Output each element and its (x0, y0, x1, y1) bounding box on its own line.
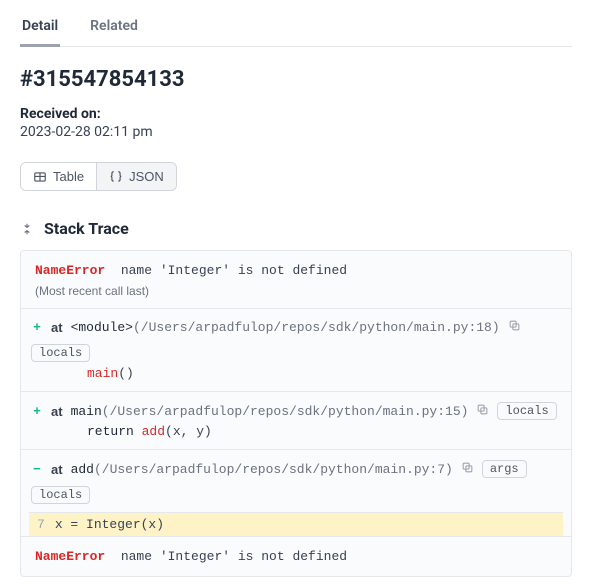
record-id: #315547854133 (20, 67, 572, 92)
json-view-label: JSON (129, 169, 164, 184)
error-name: NameError (35, 263, 105, 278)
stack-frame: − at add(/Users/arpadfulop/repos/sdk/pyt… (21, 449, 571, 536)
frame-location: add(/Users/arpadfulop/repos/sdk/python/m… (71, 462, 453, 477)
expand-toggle[interactable]: + (31, 320, 43, 335)
section-title: Stack Trace (44, 219, 129, 238)
tabs: Detail Related (20, 0, 572, 47)
locals-button[interactable]: locals (31, 344, 90, 362)
at-label: at (51, 404, 63, 419)
at-label: at (51, 462, 63, 477)
collapse-vertical-icon[interactable] (20, 222, 34, 236)
copy-icon[interactable] (508, 319, 521, 336)
json-view-button[interactable]: JSON (96, 163, 176, 190)
received-value: 2023-02-28 02:11 pm (20, 124, 572, 140)
stack-frame: + at main(/Users/arpadfulop/repos/sdk/py… (21, 391, 571, 449)
locals-button[interactable]: locals (31, 486, 90, 504)
frame-location: main(/Users/arpadfulop/repos/sdk/python/… (71, 404, 469, 419)
args-button[interactable]: args (482, 460, 527, 478)
error-name: NameError (35, 549, 105, 564)
stack-trace: NameError name 'Integer' is not defined … (20, 250, 572, 577)
expand-toggle[interactable]: − (31, 462, 43, 477)
frame-code: main() (29, 362, 563, 381)
copy-icon[interactable] (461, 461, 474, 478)
received-label: Received on: (20, 106, 572, 122)
section-header: Stack Trace (20, 219, 572, 238)
frame-location: <module>(/Users/arpadfulop/repos/sdk/pyt… (71, 320, 500, 335)
at-label: at (51, 320, 63, 335)
error-footer: NameError name 'Integer' is not defined (21, 536, 571, 576)
error-header: NameError name 'Integer' is not defined (21, 251, 571, 284)
error-message: name 'Integer' is not defined (121, 263, 347, 278)
view-toggle: Table JSON (20, 162, 177, 191)
highlighted-code: x = Integer(x) (55, 517, 164, 532)
tab-detail[interactable]: Detail (20, 12, 60, 47)
braces-icon (109, 170, 123, 184)
table-view-label: Table (53, 169, 84, 184)
error-message: name 'Integer' is not defined (121, 549, 347, 564)
stack-frame: + at <module>(/Users/arpadfulop/repos/sd… (21, 308, 571, 391)
expand-toggle[interactable]: + (31, 404, 43, 419)
line-number: 7 (37, 517, 45, 532)
table-view-button[interactable]: Table (21, 163, 96, 190)
locals-button[interactable]: locals (497, 402, 556, 420)
frame-code: return add(x, y) (29, 420, 563, 439)
most-recent-label: (Most recent call last) (21, 284, 571, 308)
tab-related[interactable]: Related (88, 12, 140, 46)
copy-icon[interactable] (476, 403, 489, 420)
table-icon (33, 170, 47, 184)
highlighted-code-line: 7 x = Integer(x) (29, 512, 563, 536)
